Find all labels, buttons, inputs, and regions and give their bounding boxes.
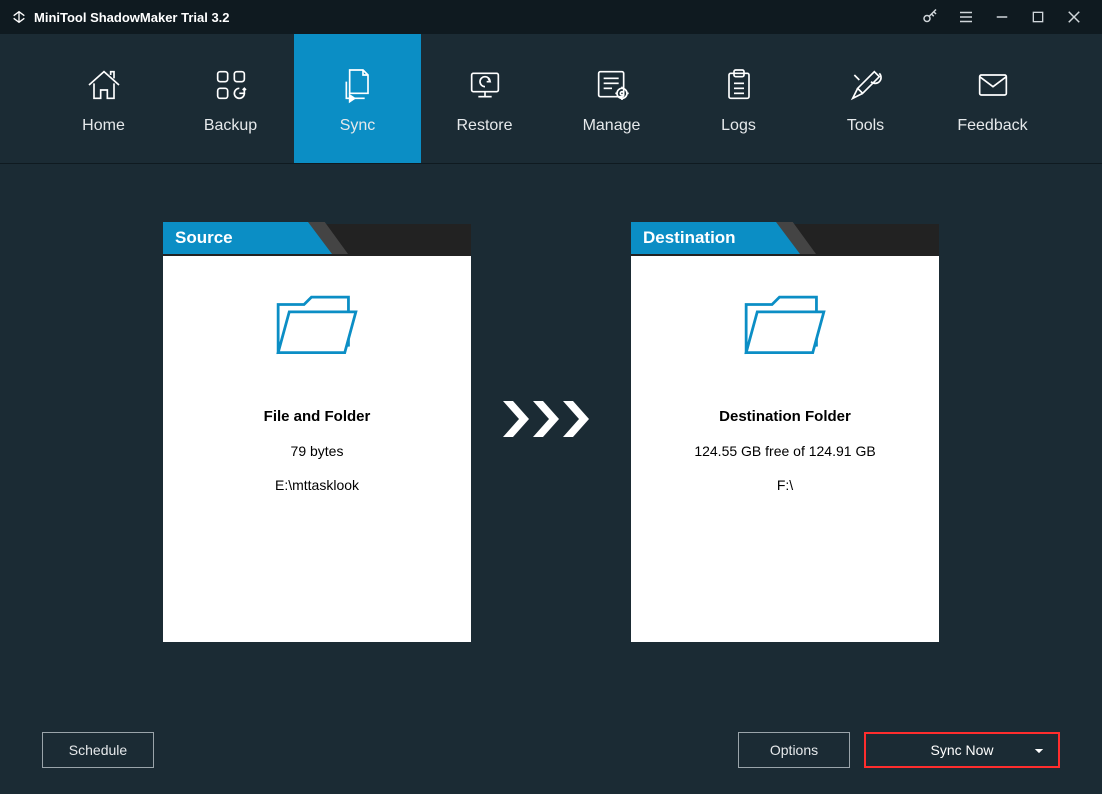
sync-icon xyxy=(336,63,380,107)
logs-icon xyxy=(717,63,761,107)
nav-label: Backup xyxy=(204,117,257,135)
nav-label: Manage xyxy=(583,117,641,135)
app-logo-icon xyxy=(10,8,28,26)
arrows-icon xyxy=(501,399,601,439)
source-path: E:\mttasklook xyxy=(275,477,359,493)
nav-logs[interactable]: Logs xyxy=(675,34,802,163)
nav-label: Logs xyxy=(721,117,756,135)
nav-label: Home xyxy=(82,117,125,135)
nav-label: Feedback xyxy=(957,117,1027,135)
backup-icon xyxy=(209,63,253,107)
nav-restore[interactable]: Restore xyxy=(421,34,548,163)
nav-sync[interactable]: Sync xyxy=(294,34,421,163)
nav-tools[interactable]: Tools xyxy=(802,34,929,163)
destination-title: Destination Folder xyxy=(719,408,851,425)
nav-label: Tools xyxy=(847,117,884,135)
minimize-button[interactable] xyxy=(984,0,1020,34)
tools-icon xyxy=(844,63,888,107)
folder-icon xyxy=(269,286,365,360)
nav-label: Restore xyxy=(456,117,512,135)
source-panel[interactable]: Source File and Folder 79 bytes E:\mttas… xyxy=(163,224,471,642)
destination-size: 124.55 GB free of 124.91 GB xyxy=(694,443,875,459)
nav-feedback[interactable]: Feedback xyxy=(929,34,1056,163)
manage-icon xyxy=(590,63,634,107)
menu-icon[interactable] xyxy=(948,0,984,34)
source-size: 79 bytes xyxy=(291,443,344,459)
caret-down-icon xyxy=(1034,742,1044,758)
sync-now-label: Sync Now xyxy=(930,742,993,758)
close-button[interactable] xyxy=(1056,0,1092,34)
maximize-button[interactable] xyxy=(1020,0,1056,34)
titlebar: MiniTool ShadowMaker Trial 3.2 xyxy=(0,0,1102,34)
content-area: Source File and Folder 79 bytes E:\mttas… xyxy=(0,164,1102,724)
source-title: File and Folder xyxy=(264,408,371,425)
options-button[interactable]: Options xyxy=(738,732,850,768)
restore-icon xyxy=(463,63,507,107)
schedule-button[interactable]: Schedule xyxy=(42,732,154,768)
sync-now-button[interactable]: Sync Now xyxy=(864,732,1060,768)
nav-manage[interactable]: Manage xyxy=(548,34,675,163)
destination-header-label: Destination xyxy=(631,222,776,254)
key-icon[interactable] xyxy=(912,0,948,34)
feedback-icon xyxy=(971,63,1015,107)
destination-panel-header: Destination xyxy=(631,224,939,256)
nav-backup[interactable]: Backup xyxy=(167,34,294,163)
folder-icon xyxy=(737,286,833,360)
home-icon xyxy=(82,63,126,107)
destination-path: F:\ xyxy=(777,477,793,493)
footer: Schedule Options Sync Now xyxy=(0,728,1102,772)
nav-home[interactable]: Home xyxy=(40,34,167,163)
main-nav: Home Backup Sync Restore xyxy=(0,34,1102,164)
destination-panel[interactable]: Destination Destination Folder 124.55 GB… xyxy=(631,224,939,642)
source-header-label: Source xyxy=(163,222,308,254)
nav-label: Sync xyxy=(340,117,376,135)
source-panel-header: Source xyxy=(163,224,471,256)
app-title: MiniTool ShadowMaker Trial 3.2 xyxy=(34,10,230,25)
